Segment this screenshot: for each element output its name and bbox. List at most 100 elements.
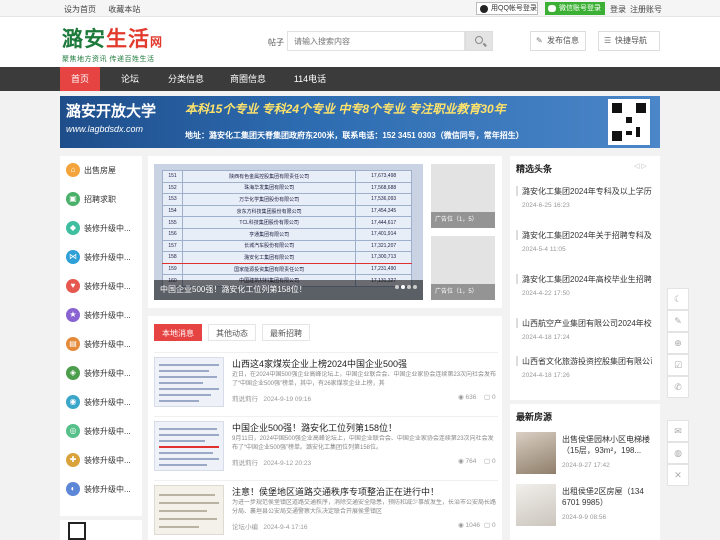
house-item[interactable]: 出售侯堡园林小区电梯楼（15层，93m²，198... 2024-9-27 17… [516,432,656,484]
house-title[interactable]: 出租侯堡2区房屋（134 6701 9985） [562,486,658,508]
search-input[interactable] [287,31,465,51]
gift-icon: ✚ [66,453,80,467]
logo-part-a: 潞安 [62,26,106,51]
news-comments: ▢ 0 [484,458,496,465]
plus-icon[interactable]: ⊕ [667,332,689,354]
featured-item[interactable]: 潞安化工集团2024年高校毕业生招聘... 2024-4-22 17:50 [516,264,656,304]
login-link[interactable]: 登录 [610,4,626,15]
house-title[interactable]: 出售侯堡园林小区电梯楼（15层，93m²，198... [562,434,658,456]
ranking-cell-name: 国家能源投资集团有限责任公司 [181,262,357,276]
ranking-cell-name: 潞安化工集团有限公司 [181,251,357,264]
sidebar-item[interactable]: ▣ 招聘求职 [60,185,142,214]
news-item[interactable]: 中国企业500强！潞安化工位列第158位！ 9月11日，2024中国500强企业… [154,416,498,474]
site-logo[interactable]: 潞安生活网 聚焦地方资讯 传递百姓生活 [62,23,182,63]
ad-banner[interactable]: 潞安开放大学 www.lagbdsdx.com 本科15个专业 专科24个专业 … [60,96,660,148]
tab-recruitment[interactable]: 最新招聘 [262,324,310,341]
featured-item[interactable]: 潞安化工集团2024年专科及以上学历... 2024-6-25 16:23 [516,176,656,216]
news-thumbnail[interactable] [154,357,224,407]
news-thumbnail[interactable] [154,421,224,471]
nav-home[interactable]: 首页 [60,67,100,91]
news-author[interactable]: 莉说莉行 [232,396,258,403]
bookmark-link[interactable]: 收藏本站 [108,5,140,14]
set-home-link[interactable]: 设为首页 [64,5,96,14]
chat-icon[interactable]: ✉ [667,420,689,442]
featured-item-date: 2024-4-18 17:26 [522,372,570,379]
wechat-icon[interactable]: ◍ [667,442,689,464]
news-title[interactable]: 中国企业500强！潞安化工位列第158位！ [232,421,397,434]
house-item[interactable]: 出租侯堡2区房屋（134 6701 9985） 2024-9-9 08:56 [516,484,656,536]
featured-item[interactable]: 山西航空产业集团有限公司2024年校... 2024-4-18 17:24 [516,308,656,348]
sidebar-item-label: 装修升级中... [84,485,131,494]
slide-image[interactable]: 151 陕西有色金属控股集团有限责任公司 17,673,498 152 珠海华发集团有限… [154,164,423,300]
carousel-arrows-icon[interactable]: ◁ ▷ [634,162,647,170]
news-thumbnail[interactable] [154,485,224,535]
publish-button[interactable]: ✎ 发布信息 [530,31,586,51]
sidebar-item-label: 装修升级中... [84,253,131,262]
chat-icon: ◎ [66,424,80,438]
sidebar-item[interactable]: ★ 装修升级中... [60,301,142,330]
featured-item-title[interactable]: 潞安化工集团2024年专科及以上学历... [522,186,652,197]
featured-item-title[interactable]: 山西航空产业集团有限公司2024年校... [522,318,652,329]
phone-icon[interactable]: ✆ [667,376,689,398]
ranking-cell-name: 陕西有色金属控股集团有限责任公司 [181,170,357,183]
featured-item-title[interactable]: 潞安化工集团2024年高校毕业生招聘... [522,274,652,285]
banner-url: www.lagbdsdx.com [66,124,144,134]
sidebar-item-label: 招聘求职 [84,195,116,204]
sidebar-item-label: 装修升级中... [84,427,131,436]
news-author[interactable]: 莉说莉行 [232,460,258,467]
ad-thumb[interactable]: 广告位（1，5） [431,236,495,300]
house-photo[interactable] [516,484,556,526]
sidebar-item-label: 装修升级中... [84,398,131,407]
sidebar-item[interactable]: ✚ 装修升级中... [60,446,142,475]
sidebar-item[interactable]: ◉ 装修升级中... [60,388,142,417]
ad-thumb[interactable]: 广告位（1，5） [431,164,495,228]
nav-phone[interactable]: 114电话 [284,67,336,91]
ranking-cell-value: 17,536,093 [355,193,412,206]
comments-count: 0 [491,458,496,465]
news-time: 2024-9-19 09:16 [263,396,312,403]
edit-icon[interactable]: ✎ [667,310,689,332]
quick-nav-label: 快捷导航 [615,36,647,45]
tab-local-news[interactable]: 本地消息 [154,324,202,341]
qq-login-label: 用QQ帐号登录 [491,5,537,12]
bullet [516,274,518,284]
check-icon[interactable]: ☑ [667,354,689,376]
news-meta: 莉说莉行 2024-9-12 20:23 [232,457,311,467]
qq-login-button[interactable]: 用QQ帐号登录 [476,2,538,15]
news-author[interactable]: 论坛小编 [232,524,258,531]
slide-dots[interactable] [393,278,417,292]
search-button[interactable] [465,31,493,51]
news-title[interactable]: 山西这4家煤炭企业上榜2024中国企业500强 [232,357,407,370]
news-title[interactable]: 注意！侯堡地区道路交通秩序专项整治正在进行中！ [232,485,439,498]
quick-nav-button[interactable]: ☰ 快捷导航 [598,31,660,51]
register-link[interactable]: 注册账号 [630,4,662,15]
nav-classified[interactable]: 分类信息 [160,67,212,91]
sidebar-item[interactable]: ◈ 装修升级中... [60,359,142,388]
news-item[interactable]: 山西这4家煤炭企业上榜2024中国企业500强 近日，在2024中国500强企业… [154,352,498,410]
tab-other-news[interactable]: 其他动态 [208,324,256,341]
close-icon[interactable]: ✕ [667,464,689,486]
sidebar-item[interactable]: ◐ 装修升级中... [60,475,142,504]
featured-item[interactable]: 山西省文化旅游投资控股集团有限公司... 2024-4-18 17:26 [516,346,656,386]
book-icon: ◐ [66,482,80,496]
nav-business[interactable]: 商圈信息 [222,67,274,91]
qr-code-icon [608,99,650,145]
featured-item-title[interactable]: 潞安化工集团2024年关于招聘专科及以上学历... [522,230,652,241]
ranking-row: 153 万华化学集团股份有限公司 17,536,093 [162,193,412,206]
moon-icon[interactable]: ☾ [667,288,689,310]
news-desc: 9月11日，2024中国500强企业高峰论坛上，中国企业联合会、中国企业家协会连… [232,436,494,451]
sidebar-item[interactable]: ♥ 装修升级中... [60,272,142,301]
featured-item[interactable]: 潞安化工集团2024年关于招聘专科及以上学历... 2024-5-4 11:05 [516,220,656,260]
featured-item-title[interactable]: 山西省文化旅游投资控股集团有限公司... [522,356,652,367]
sidebar-item[interactable]: ⋈ 装修升级中... [60,243,142,272]
sidebar-item[interactable]: ▤ 装修升级中... [60,330,142,359]
nav-forum[interactable]: 论坛 [110,67,150,91]
slide-caption: 中国企业500强！潞安化工位列第158位！ [154,280,423,300]
house-photo[interactable] [516,432,556,474]
sidebar-item[interactable]: ⌂ 出售房屋 [60,156,142,185]
news-item[interactable]: 注意！侯堡地区道路交通秩序专项整治正在进行中！ 为进一步规范侯堡镇区道路交通秩序… [154,480,498,538]
sidebar-item[interactable]: ◎ 装修升级中... [60,417,142,446]
wechat-login-button[interactable]: 微信账号登录 [545,2,605,15]
search-category[interactable]: 帖子 [268,37,284,48]
sidebar-item[interactable]: ◆ 装修升级中... [60,214,142,243]
